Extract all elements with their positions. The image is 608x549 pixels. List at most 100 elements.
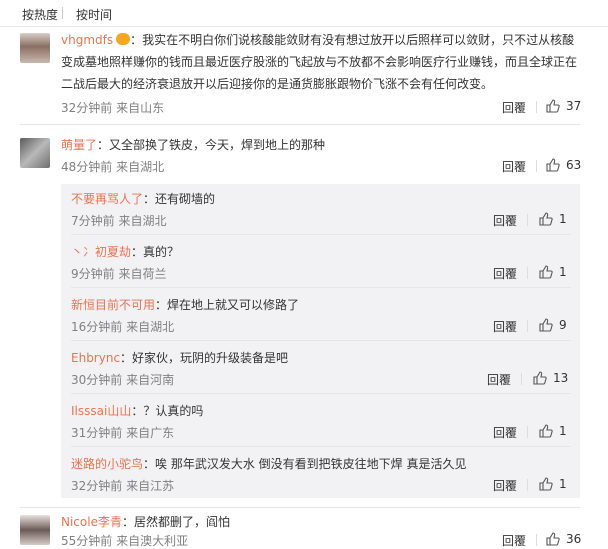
divider — [20, 507, 580, 508]
like-count: 36 — [566, 532, 582, 546]
vip-badge-icon — [116, 33, 131, 45]
reply-meta: 16分钟前 来自湖北 — [71, 318, 174, 335]
reply-button[interactable]: 回覆 — [493, 265, 517, 282]
reply-text: ：还有砌墙的 — [143, 192, 216, 206]
avatar[interactable] — [20, 515, 50, 545]
comment-username[interactable]: vhgmdfs — [61, 33, 113, 47]
like-button[interactable]: 1 — [539, 212, 567, 226]
comment-text: ：又全部换了铁皮，今天，焊到地上的那种 — [97, 138, 326, 152]
reply-text: ：唉 那年武汉发大水 倒没有看到把铁皮往地下焊 真是活久见 — [143, 457, 467, 471]
reply-username[interactable]: 新恒目前不可用 — [71, 298, 155, 312]
like-count: 37 — [566, 99, 582, 113]
like-button[interactable]: 1 — [539, 424, 567, 438]
reply-button[interactable]: 回覆 — [487, 371, 511, 388]
reply-username[interactable]: Ilsssai山山 — [71, 404, 131, 418]
comment-location: 来自湖北 — [116, 160, 165, 174]
reply-body: Ilsssai山山：？认真的吗 — [71, 400, 203, 422]
reply-location: 来自江苏 — [126, 479, 175, 493]
reply-button[interactable]: 回覆 — [493, 318, 517, 335]
comment-location: 来自山东 — [116, 101, 165, 115]
reply-time: 32分钟前 — [71, 479, 123, 493]
comment-location: 来自澳大利亚 — [116, 534, 189, 548]
reply-location: 来自荷兰 — [118, 267, 167, 281]
sort-by-hot-tab[interactable]: 按热度 — [22, 6, 58, 23]
divider — [71, 234, 571, 235]
reply-button[interactable]: 回覆 — [493, 424, 517, 441]
like-button[interactable]: 63 — [546, 158, 581, 172]
comment-meta: 48分钟前 来自湖北 — [61, 158, 164, 175]
reply-username[interactable]: 丶冫初夏劫 — [71, 245, 131, 259]
reply-body: 迷路的小驼鸟：唉 那年武汉发大水 倒没有看到把铁皮往地下焊 真是活久见 — [71, 453, 466, 475]
reply-body: 丶冫初夏劫：真的？ — [71, 241, 179, 263]
reply-meta: 7分钟前 来自湖北 — [71, 212, 166, 229]
comment-body: 萌量了：又全部换了铁皮，今天，焊到地上的那种 — [61, 134, 325, 156]
like-button[interactable]: 13 — [533, 371, 568, 385]
comment-text-line: 二战后最大的经济衰退放开以后迎接你的是通货膨胀跟物价飞涨不会有任何改变。 — [61, 77, 494, 91]
like-button[interactable]: 1 — [539, 477, 567, 491]
divider — [20, 124, 580, 125]
thumbs-up-icon — [539, 477, 553, 491]
comment-body: vhgmdfs ：我实在不明白你们说核酸能敛财有没有想过放开以后照样可以敛财，只不… — [61, 29, 574, 51]
action-divider — [527, 479, 528, 491]
avatar[interactable] — [20, 138, 50, 168]
reply-location: 来自广东 — [126, 426, 175, 440]
comment-username[interactable]: Nicole李青 — [61, 515, 122, 529]
reply-username[interactable]: Ehbrync — [71, 351, 120, 365]
like-button[interactable]: 1 — [539, 265, 567, 279]
reply-button[interactable]: 回覆 — [493, 477, 517, 494]
comment-time: 48分钟前 — [61, 160, 113, 174]
thumbs-up-icon — [539, 212, 553, 226]
like-count: 1 — [559, 212, 567, 226]
thumbs-up-icon — [539, 424, 553, 438]
reply-text: ：好家伙，玩阴的升级装备是吧 — [120, 351, 289, 365]
action-divider — [536, 160, 537, 172]
reply-meta: 9分钟前 来自荷兰 — [71, 265, 166, 282]
reply-button[interactable]: 回覆 — [502, 158, 526, 175]
thumbs-up-icon — [539, 318, 553, 332]
sort-divider — [62, 7, 63, 19]
action-divider — [527, 426, 528, 438]
like-count: 1 — [559, 424, 567, 438]
like-button[interactable]: 9 — [539, 318, 567, 332]
reply-meta: 31分钟前 来自广东 — [71, 424, 174, 441]
like-count: 13 — [553, 371, 569, 385]
action-divider — [527, 267, 528, 279]
divider — [71, 340, 571, 341]
reply-body: 不要再骂人了：还有砌墙的 — [71, 188, 215, 210]
action-divider — [527, 320, 528, 332]
reply-text: ：焊在地上就又可以修路了 — [155, 298, 300, 312]
reply-body: Ehbrync：好家伙，玩阴的升级装备是吧 — [71, 347, 288, 369]
sub-replies-panel: 不要再骂人了：还有砌墙的 7分钟前 来自湖北 回覆 1 丶冫初夏劫：真的？ 9分… — [61, 184, 580, 498]
comment-username[interactable]: 萌量了 — [61, 138, 97, 152]
comment-meta: 32分钟前 来自山东 — [61, 99, 164, 116]
reply-button[interactable]: 回覆 — [502, 532, 526, 549]
comment-body: Nicole李青：居然都删了，阎怕 — [61, 511, 230, 533]
sort-bar: 按热度 按时间 — [0, 0, 608, 27]
sort-by-time-tab[interactable]: 按时间 — [76, 6, 112, 23]
reply-time: 9分钟前 — [71, 267, 115, 281]
avatar[interactable] — [20, 33, 50, 63]
thumbs-up-icon — [539, 265, 553, 279]
divider — [71, 446, 571, 447]
reply-button[interactable]: 回覆 — [502, 99, 526, 116]
like-count: 1 — [559, 265, 567, 279]
reply-meta: 30分钟前 来自河南 — [71, 371, 174, 388]
like-button[interactable]: 37 — [546, 99, 581, 113]
like-count: 63 — [566, 158, 582, 172]
reply-time: 31分钟前 — [71, 426, 123, 440]
reply-button[interactable]: 回覆 — [493, 212, 517, 229]
reply-location: 来自湖北 — [126, 320, 175, 334]
reply-username[interactable]: 不要再骂人了 — [71, 192, 143, 206]
reply-text: ：真的？ — [131, 245, 180, 259]
like-button[interactable]: 36 — [546, 532, 581, 546]
reply-meta: 32分钟前 来自江苏 — [71, 477, 174, 494]
action-divider — [536, 101, 537, 113]
reply-time: 7分钟前 — [71, 214, 115, 228]
comment-time: 55分钟前 — [61, 534, 113, 548]
thumbs-up-icon — [546, 158, 560, 172]
action-divider — [521, 373, 522, 385]
thumbs-up-icon — [546, 99, 560, 113]
reply-username[interactable]: 迷路的小驼鸟 — [71, 457, 143, 471]
like-count: 9 — [559, 318, 567, 332]
thumbs-up-icon — [546, 532, 560, 546]
